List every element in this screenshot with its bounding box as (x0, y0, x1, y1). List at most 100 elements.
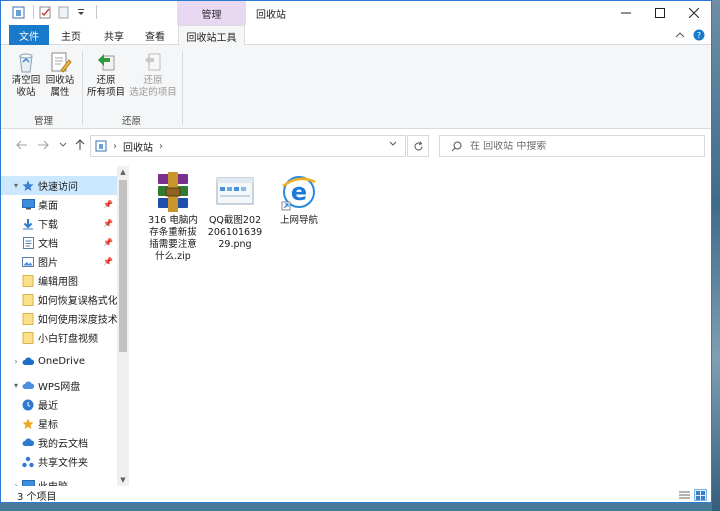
nav-folder-recover-format[interactable]: 如何恢复误格式化 (1, 290, 117, 309)
scroll-down-arrow-icon[interactable]: ▼ (117, 474, 129, 486)
file-name: QQ截图20220610163929.png (207, 215, 263, 250)
nav-label: 小白钉盘视频 (38, 334, 98, 345)
file-item[interactable]: 316 电脑内存条重新拔插需要注意什么.zip (145, 170, 201, 263)
nav-label: 我的云文档 (38, 439, 88, 450)
computer-icon (21, 479, 35, 486)
tab-view[interactable]: 查看 (135, 25, 175, 45)
navigation-pane: ▾ 快速访问 桌面 📌 下载 📌 文档 📌 图片 📌 编辑用图 如何恢复误格式化… (1, 166, 129, 486)
nav-label: 此电脑 (38, 478, 68, 486)
nav-this-pc[interactable]: › 此电脑 (1, 476, 117, 486)
nav-label: 如何使用深度技术 (37, 315, 117, 326)
nav-label: 文档 (38, 239, 58, 250)
scrollbar-thumb[interactable] (119, 180, 127, 352)
window-title: 回收站 (256, 10, 286, 21)
customize-dropdown-icon[interactable] (74, 5, 88, 19)
nav-label: 最近 (38, 401, 58, 412)
expand-chevron-icon[interactable]: ▾ (11, 181, 21, 190)
pin-icon[interactable]: 📌 (103, 219, 113, 228)
nav-folder-deepin[interactable]: 如何使用深度技术 (1, 309, 117, 328)
nav-starred[interactable]: 星标 (1, 414, 117, 433)
clock-icon (21, 398, 35, 412)
address-dropdown-icon[interactable] (389, 140, 397, 150)
large-icons-view-icon[interactable] (694, 489, 707, 501)
folder-icon (21, 312, 35, 326)
forward-arrow-icon[interactable] (36, 138, 50, 152)
status-bar: 3 个项目 (1, 486, 711, 502)
breadcrumb-recycle-bin[interactable]: 回收站 (123, 139, 153, 154)
download-icon (21, 217, 35, 231)
pin-icon[interactable]: 📌 (103, 257, 113, 266)
file-list-area[interactable]: 316 电脑内存条重新拔插需要注意什么.zip QQ截图202206101639… (129, 162, 711, 486)
star-filled-icon (21, 417, 35, 431)
properties-check-icon[interactable] (38, 5, 52, 19)
document-icon (21, 236, 35, 250)
nav-desktop[interactable]: 桌面 📌 (1, 195, 117, 214)
restore-all-label-line2: 所有项目 (87, 87, 126, 98)
nav-folder-videos[interactable]: 小白钉盘视频 (1, 328, 117, 347)
search-input[interactable] (470, 140, 690, 152)
nav-label: 桌面 (38, 201, 58, 212)
maximize-button[interactable] (643, 1, 676, 25)
group-label-manage: 管理 (34, 116, 54, 127)
expand-chevron-icon[interactable]: ▾ (11, 381, 21, 390)
toolbar-divider (96, 5, 97, 19)
group-label-restore: 还原 (122, 116, 142, 127)
ribbon-group-divider (82, 51, 83, 125)
folder-icon (21, 293, 35, 307)
search-box[interactable] (439, 135, 705, 157)
nav-label: 编辑用图 (38, 277, 78, 288)
address-bar[interactable]: › 回收站 › (90, 135, 406, 157)
nav-my-cloud-docs[interactable]: 我的云文档 (1, 433, 117, 452)
breadcrumb-separator-icon[interactable]: › (159, 141, 163, 152)
view-toggle-group (678, 489, 707, 501)
tab-recycle-bin-tools[interactable]: 回收站工具 (178, 25, 245, 46)
recycle-bin-app-icon[interactable] (11, 5, 25, 19)
nav-downloads[interactable]: 下载 📌 (1, 214, 117, 233)
properties-label-line2: 属性 (50, 87, 70, 98)
file-name: 316 电脑内存条重新拔插需要注意什么.zip (148, 215, 198, 262)
ie-shortcut-icon: e (277, 170, 321, 214)
new-folder-icon[interactable] (56, 5, 70, 19)
empty-recycle-bin-button[interactable]: 清空回 收站 (9, 49, 43, 99)
empty-bin-icon (13, 49, 39, 75)
nav-shared-folder[interactable]: 共享文件夹 (1, 452, 117, 471)
nav-wps-drive[interactable]: ▾ WPS网盘 (1, 376, 117, 395)
scroll-up-arrow-icon[interactable]: ▲ (117, 166, 129, 178)
minimize-button[interactable] (609, 1, 642, 25)
file-explorer-window: 管理 回收站 文件 主页 共享 查看 回收站工具 ? 清空回 收站 回收站 属性… (0, 0, 712, 503)
wps-cloud-icon (21, 379, 35, 393)
recent-locations-chevron-icon[interactable] (56, 138, 70, 152)
desktop-background (712, 0, 720, 511)
chevron-up-icon[interactable] (675, 31, 685, 42)
nav-documents[interactable]: 文档 📌 (1, 233, 117, 252)
file-item[interactable]: e 上网导航 (271, 170, 327, 227)
details-view-icon[interactable] (678, 489, 691, 501)
breadcrumb-separator-icon[interactable]: › (113, 141, 117, 152)
tab-file[interactable]: 文件 (9, 25, 49, 45)
recycle-bin-properties-button[interactable]: 回收站 属性 (43, 49, 77, 99)
restore-selected-label-line2: 选定的项目 (129, 87, 177, 98)
help-icon[interactable]: ? (693, 29, 705, 44)
nav-pane-scrollbar[interactable]: ▲ ▼ (117, 166, 129, 486)
nav-pictures[interactable]: 图片 📌 (1, 252, 117, 271)
restore-all-button[interactable]: 还原 所有项目 (87, 49, 125, 99)
close-button[interactable] (677, 1, 710, 25)
pin-icon[interactable]: 📌 (103, 238, 113, 247)
nav-quick-access[interactable]: ▾ 快速访问 (1, 176, 117, 195)
nav-folder-edit-images[interactable]: 编辑用图 (1, 271, 117, 290)
tab-share[interactable]: 共享 (94, 25, 134, 45)
restore-selected-button[interactable]: 还原 选定的项目 (129, 49, 177, 99)
back-arrow-icon[interactable] (15, 138, 29, 152)
nav-label: 如何恢复误格式化 (37, 296, 117, 307)
nav-label: 星标 (38, 420, 58, 431)
folder-icon (21, 331, 35, 345)
up-arrow-icon[interactable] (73, 138, 87, 152)
pin-icon[interactable]: 📌 (103, 200, 113, 209)
file-item[interactable]: QQ截图20220610163929.png (207, 170, 263, 251)
nav-recent[interactable]: 最近 (1, 395, 117, 414)
toolbar-divider (33, 5, 34, 19)
expand-chevron-icon[interactable]: › (11, 357, 21, 366)
tab-home[interactable]: 主页 (51, 25, 91, 45)
nav-onedrive[interactable]: › OneDrive (1, 352, 117, 371)
refresh-button[interactable] (407, 135, 429, 157)
